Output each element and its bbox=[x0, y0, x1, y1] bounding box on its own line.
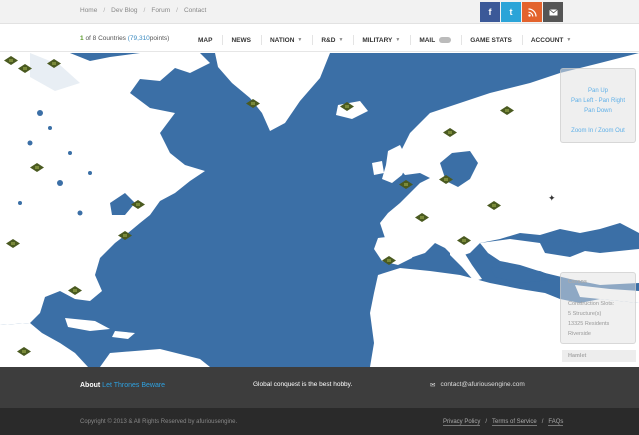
faqs-link[interactable]: FAQs bbox=[548, 419, 564, 426]
about-link[interactable]: Let Thrones Beware bbox=[102, 382, 165, 389]
chevron-down-icon: ▼ bbox=[395, 37, 401, 43]
privacy-policy-link[interactable]: Privacy Policy bbox=[443, 419, 481, 426]
legal-links: Privacy Policy / Terms of Service / FAQs bbox=[443, 419, 564, 426]
settlement-title: Corsos bbox=[568, 279, 587, 285]
resident-count: 13325 Residents bbox=[568, 321, 610, 327]
nav-menu: MAP NEWS NATION ▼ R&D ▼ MILITARY ▼ MAIL GAM… bbox=[198, 35, 589, 45]
chevron-down-icon: ▼ bbox=[566, 37, 572, 43]
settlement-icon[interactable] bbox=[399, 180, 413, 189]
pan-down-button[interactable]: Pan Down bbox=[561, 108, 635, 114]
compass-icon: ✦ bbox=[548, 193, 556, 203]
mail-count-badge bbox=[439, 37, 452, 43]
settlement-icon[interactable] bbox=[340, 102, 354, 111]
settlement-icon[interactable] bbox=[457, 236, 471, 245]
rank-countries-label: Countries bbox=[98, 35, 126, 42]
settlement-icon[interactable] bbox=[246, 99, 260, 108]
nav-item-nation[interactable]: NATION ▼ bbox=[269, 35, 314, 45]
copyright-text: Copyright © 2013 & All Rights Reserved b… bbox=[80, 419, 238, 425]
pan-left-right-buttons[interactable]: Pan Left - Pan Right bbox=[561, 98, 635, 104]
settlement-icon[interactable] bbox=[382, 256, 396, 265]
nav-item-game-stats[interactable]: GAME STATS bbox=[470, 35, 523, 45]
breadcrumb-dev-blog[interactable]: Dev Blog bbox=[111, 7, 137, 14]
world-map[interactable]: ✦ bbox=[0, 53, 639, 367]
breadcrumb-home[interactable]: Home bbox=[80, 7, 97, 14]
nav-item-military[interactable]: MILITARY ▼ bbox=[362, 35, 412, 45]
settlement-info-panel: Corsos Construction Slots: 5 Structure(s… bbox=[560, 272, 636, 344]
email-icon: ✉ bbox=[430, 382, 436, 389]
nav-item-label: GAME STATS bbox=[470, 36, 512, 44]
structure-count: 5 Structure(s) bbox=[568, 311, 602, 317]
rank-value: 1 bbox=[80, 35, 84, 42]
nav-item-label: NEWS bbox=[231, 36, 251, 44]
breadcrumb-forum[interactable]: Forum bbox=[151, 7, 170, 14]
settlement-icon[interactable] bbox=[118, 231, 132, 240]
main-navbar: 1 of 8 Countries (79,310points) MAP NEWS… bbox=[0, 24, 639, 52]
top-bar: Home / Dev Blog / Forum / Contact f t bbox=[0, 0, 639, 24]
breadcrumb: Home / Dev Blog / Forum / Contact bbox=[80, 7, 206, 14]
zoom-buttons[interactable]: Zoom In / Zoom Out bbox=[561, 128, 635, 134]
footer-about: About Let Thrones Beware bbox=[80, 382, 165, 389]
nav-item-label: NATION bbox=[269, 36, 295, 44]
settlement-terrain: Riverside bbox=[568, 331, 591, 337]
breadcrumb-separator: / bbox=[143, 7, 146, 14]
sub-footer: Copyright © 2013 & All Rights Reserved b… bbox=[0, 408, 639, 435]
hamlet-tab[interactable]: Hamlet bbox=[562, 350, 636, 362]
points-suffix: points) bbox=[149, 35, 170, 42]
nav-item-label: MAIL bbox=[419, 36, 436, 44]
nav-item-label: MAP bbox=[198, 36, 213, 44]
social-links: f t bbox=[480, 2, 563, 22]
settlement-icon[interactable] bbox=[500, 106, 514, 115]
nav-item-news[interactable]: NEWS bbox=[231, 35, 262, 45]
footer-contact[interactable]: ✉ contact@afuriousengine.com bbox=[430, 381, 525, 389]
nav-item-label: ACCOUNT bbox=[530, 36, 564, 44]
contact-email[interactable]: contact@afuriousengine.com bbox=[440, 381, 524, 389]
settlement-icon[interactable] bbox=[18, 64, 32, 73]
points-value: (79,310 bbox=[127, 35, 150, 42]
breadcrumb-contact[interactable]: Contact bbox=[184, 7, 206, 14]
construction-slots-label: Construction Slots: bbox=[568, 301, 615, 307]
chevron-down-icon: ▼ bbox=[297, 37, 303, 43]
settlement-icon[interactable] bbox=[4, 56, 18, 65]
settlement-icon[interactable] bbox=[30, 163, 44, 172]
about-prefix: About bbox=[80, 382, 101, 389]
breadcrumb-separator: / bbox=[176, 7, 178, 14]
terms-of-service-link[interactable]: Terms of Service bbox=[492, 419, 537, 426]
country-rank-status: 1 of 8 Countries (79,310points) bbox=[80, 35, 169, 42]
nav-item-mail[interactable]: MAIL bbox=[419, 35, 463, 45]
rank-total: 8 bbox=[92, 35, 97, 42]
nav-item-label: R&D bbox=[321, 36, 336, 44]
settlement-icon[interactable] bbox=[68, 286, 82, 295]
nav-item-map[interactable]: MAP bbox=[198, 35, 224, 45]
nav-item-label: MILITARY bbox=[362, 36, 393, 44]
email-icon[interactable] bbox=[543, 2, 563, 22]
settlement-icon[interactable] bbox=[487, 201, 501, 210]
facebook-icon[interactable]: f bbox=[480, 2, 500, 22]
chevron-down-icon: ▼ bbox=[338, 37, 344, 43]
settlement-icon[interactable] bbox=[415, 213, 429, 222]
settlement-icon[interactable] bbox=[443, 128, 457, 137]
nav-item-account[interactable]: ACCOUNT ▼ bbox=[531, 35, 581, 45]
settlement-icon[interactable] bbox=[131, 200, 145, 209]
settlement-icon[interactable] bbox=[6, 239, 20, 248]
settlement-icon[interactable] bbox=[47, 59, 61, 68]
legal-separator: / bbox=[485, 419, 488, 425]
legal-separator: / bbox=[541, 419, 544, 425]
nav-item-rnd[interactable]: R&D ▼ bbox=[321, 35, 355, 45]
footer-tagline: Global conquest is the best hobby. bbox=[253, 381, 353, 388]
settlement-icon[interactable] bbox=[439, 175, 453, 184]
rank-of: of bbox=[85, 35, 91, 42]
footer: About Let Thrones Beware Global conquest… bbox=[0, 367, 639, 408]
rss-icon[interactable] bbox=[522, 2, 542, 22]
pan-zoom-controls: Pan Up Pan Left - Pan Right Pan Down Zoo… bbox=[560, 68, 636, 143]
pan-up-button[interactable]: Pan Up bbox=[561, 88, 635, 94]
map-landmass bbox=[0, 53, 639, 367]
breadcrumb-separator: / bbox=[103, 7, 106, 14]
twitter-icon[interactable]: t bbox=[501, 2, 521, 22]
settlement-icon[interactable] bbox=[17, 347, 31, 356]
